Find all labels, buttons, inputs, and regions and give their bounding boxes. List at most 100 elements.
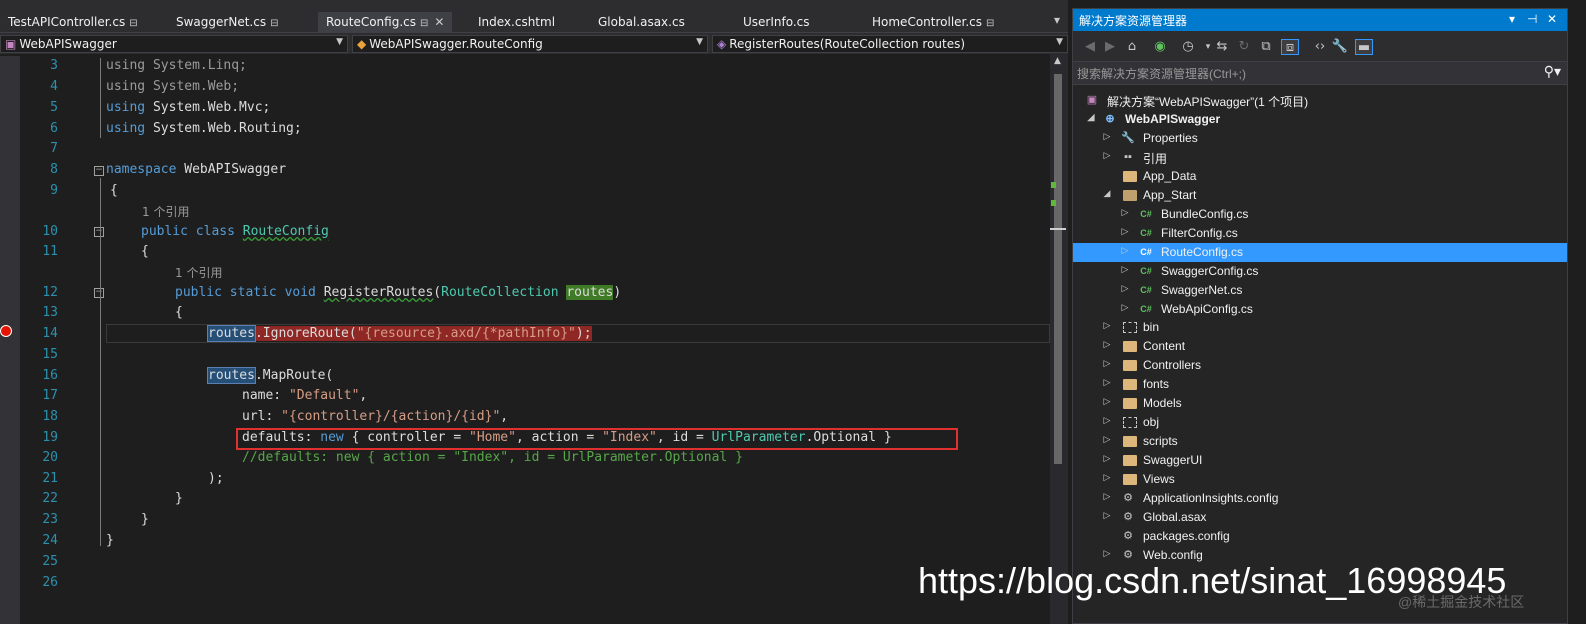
tree-item-swaggerui[interactable]: ▷ SwaggerUI <box>1073 451 1567 470</box>
show-all-files-icon[interactable]: ⧈ <box>1281 39 1299 55</box>
code-line-11[interactable]: { <box>141 244 149 259</box>
collapse-icon[interactable]: − <box>94 288 104 298</box>
code-line-10[interactable]: public class RouteConfig <box>141 224 329 239</box>
pin-icon[interactable]: ⊣ <box>1527 12 1537 26</box>
code-line-17[interactable]: name: "Default", <box>242 388 367 403</box>
tab-testapicontroller[interactable]: TestAPIController.cs ⊟ <box>0 12 146 32</box>
tree-item-packages-config[interactable]: ⚙ packages.config <box>1073 527 1567 546</box>
breakpoint-icon[interactable] <box>0 325 12 337</box>
code-line-14[interactable]: routes.IgnoreRoute("{resource}.axd/{*pat… <box>207 325 592 342</box>
back-icon[interactable]: ◀ <box>1081 39 1099 55</box>
collapsed-arrow-icon[interactable]: ▷ <box>1119 207 1131 218</box>
tree-item-bin[interactable]: ▷ bin <box>1073 318 1567 337</box>
tree-item-fonts[interactable]: ▷ fonts <box>1073 375 1567 394</box>
collapsed-arrow-icon[interactable]: ▷ <box>1101 320 1113 331</box>
tree-item-content[interactable]: ▷ Content <box>1073 337 1567 356</box>
collapsed-arrow-icon[interactable]: ▷ <box>1101 358 1113 369</box>
solution-explorer-title-bar[interactable]: 解决方案资源管理器 ▾ ⊣ ✕ <box>1073 9 1567 31</box>
collapsed-arrow-icon[interactable]: ▷ <box>1101 453 1113 464</box>
collapsed-arrow-icon[interactable]: ▷ <box>1101 131 1113 142</box>
collapsed-arrow-icon[interactable]: ▷ <box>1101 472 1113 483</box>
expanded-arrow-icon[interactable]: ◢ <box>1085 112 1097 123</box>
collapsed-arrow-icon[interactable]: ▷ <box>1101 491 1113 502</box>
pin-icon[interactable]: ⊟ <box>270 18 278 29</box>
tab-overflow-icon[interactable]: ▾ <box>1046 10 1068 30</box>
collapsed-arrow-icon[interactable]: ▷ <box>1119 283 1131 294</box>
code-line-22[interactable]: } <box>175 491 183 506</box>
pin-icon[interactable]: ⊟ <box>986 18 994 29</box>
codelens-reference[interactable]: 1 个引用 <box>175 264 222 281</box>
editor-vertical-scrollbar[interactable]: ▲ <box>1050 54 1068 624</box>
code-line-6[interactable]: using System.Web.Routing; <box>106 121 302 136</box>
tab-swaggernet[interactable]: SwaggerNet.cs ⊟ <box>168 12 286 32</box>
code-line-5[interactable]: using System.Web.Mvc; <box>106 100 270 115</box>
preview-selected-icon[interactable]: ▬ <box>1355 39 1373 55</box>
tree-item-routeconfig[interactable]: ▷ C# RouteConfig.cs <box>1073 243 1567 262</box>
tree-item-swaggerconfig[interactable]: ▷ C# SwaggerConfig.cs <box>1073 262 1567 281</box>
collapse-icon[interactable]: − <box>94 227 104 237</box>
code-line-9[interactable]: { <box>110 183 118 198</box>
tree-item-webapiconfig[interactable]: ▷ C# WebApiConfig.cs <box>1073 300 1567 319</box>
scroll-up-icon[interactable]: ▲ <box>1054 56 1061 66</box>
code-line-13[interactable]: { <box>175 305 183 320</box>
tab-global-asax-cs[interactable]: Global.asax.cs <box>590 12 693 32</box>
close-icon[interactable]: ✕ <box>434 15 444 29</box>
collapsed-arrow-icon[interactable]: ▷ <box>1101 510 1113 521</box>
tree-item-bundleconfig[interactable]: ▷ C# BundleConfig.cs <box>1073 205 1567 224</box>
collapsed-arrow-icon[interactable]: ▷ <box>1101 415 1113 426</box>
collapsed-arrow-icon[interactable]: ▷ <box>1119 226 1131 237</box>
search-input[interactable] <box>1077 65 1517 82</box>
pin-icon[interactable]: ⊟ <box>129 18 137 29</box>
tree-item-scripts[interactable]: ▷ scripts <box>1073 432 1567 451</box>
collapsed-arrow-icon[interactable]: ▷ <box>1119 245 1131 256</box>
tree-item-controllers[interactable]: ▷ Controllers <box>1073 356 1567 375</box>
tree-item-models[interactable]: ▷ Models <box>1073 394 1567 413</box>
code-line-12[interactable]: public static void RegisterRoutes(RouteC… <box>175 285 621 300</box>
pin-icon[interactable]: ⊟ <box>420 18 428 29</box>
tree-item-filterconfig[interactable]: ▷ C# FilterConfig.cs <box>1073 224 1567 243</box>
properties-wrench-icon[interactable]: 🔧 <box>1331 39 1349 55</box>
sync-icon[interactable]: ⇆ <box>1213 39 1231 55</box>
view-code-icon[interactable]: ‹› <box>1311 39 1329 55</box>
tree-item-references[interactable]: ▷ ▪▪ 引用 <box>1073 148 1567 167</box>
code-line-8[interactable]: namespace WebAPISwagger <box>106 162 286 177</box>
close-icon[interactable]: ✕ <box>1547 12 1557 26</box>
tree-item-project[interactable]: ◢ ⊕ WebAPISwagger <box>1073 110 1567 129</box>
collapsed-arrow-icon[interactable]: ▷ <box>1119 302 1131 313</box>
collapsed-arrow-icon[interactable]: ▷ <box>1101 434 1113 445</box>
class-dropdown[interactable]: ◆ WebAPISwagger.RouteConfig ▼ <box>352 35 708 53</box>
expanded-arrow-icon[interactable]: ◢ <box>1101 188 1113 199</box>
project-dropdown[interactable]: ▣ WebAPISwagger ▼ <box>0 35 348 53</box>
window-menu-icon[interactable]: ▾ <box>1509 12 1515 26</box>
collapsed-arrow-icon[interactable]: ▷ <box>1101 548 1113 559</box>
code-line-23[interactable]: } <box>141 512 149 527</box>
forward-icon[interactable]: ▶ <box>1101 39 1119 55</box>
code-editor[interactable]: TestAPIController.cs ⊟ SwaggerNet.cs ⊟ Rou… <box>0 0 1068 624</box>
code-line-16[interactable]: routes.MapRoute( <box>207 367 333 384</box>
code-line-20-comment[interactable]: //defaults: new { action = "Index", id =… <box>242 450 743 465</box>
tab-index-cshtml[interactable]: Index.cshtml <box>470 12 563 32</box>
collapse-all-icon[interactable]: ⧉ <box>1257 39 1275 55</box>
home-icon[interactable]: ⌂ <box>1123 39 1141 55</box>
tree-item-views[interactable]: ▷ Views <box>1073 470 1567 489</box>
search-icon[interactable]: ⚲▾ <box>1544 64 1561 80</box>
tree-item-obj[interactable]: ▷ obj <box>1073 413 1567 432</box>
refresh-icon[interactable]: ↻ <box>1235 39 1253 55</box>
breakpoint-margin[interactable] <box>0 56 20 624</box>
tree-item-solution[interactable]: ▣ 解决方案“WebAPISwagger”(1 个项目) <box>1073 91 1567 110</box>
tab-homecontroller[interactable]: HomeController.cs ⊟ <box>864 12 1002 32</box>
collapsed-arrow-icon[interactable]: ▷ <box>1101 377 1113 388</box>
history-icon[interactable]: ◷ <box>1179 39 1197 55</box>
tab-userinfo[interactable]: UserInfo.cs <box>735 12 818 32</box>
tree-item-global-asax[interactable]: ▷ ⚙ Global.asax <box>1073 508 1567 527</box>
pending-changes-icon[interactable]: ◉ <box>1151 39 1169 55</box>
tree-item-app-data[interactable]: App_Data <box>1073 167 1567 186</box>
code-line-24[interactable]: } <box>106 533 114 548</box>
scrollbar-thumb[interactable] <box>1054 74 1062 464</box>
collapsed-arrow-icon[interactable]: ▷ <box>1119 264 1131 275</box>
code-line-4[interactable]: using System.Web; <box>106 79 239 94</box>
codelens-reference[interactable]: 1 个引用 <box>142 203 189 220</box>
tree-item-app-start[interactable]: ◢ App_Start <box>1073 186 1567 205</box>
code-line-21[interactable]: ); <box>208 471 224 486</box>
collapsed-arrow-icon[interactable]: ▷ <box>1101 150 1113 161</box>
